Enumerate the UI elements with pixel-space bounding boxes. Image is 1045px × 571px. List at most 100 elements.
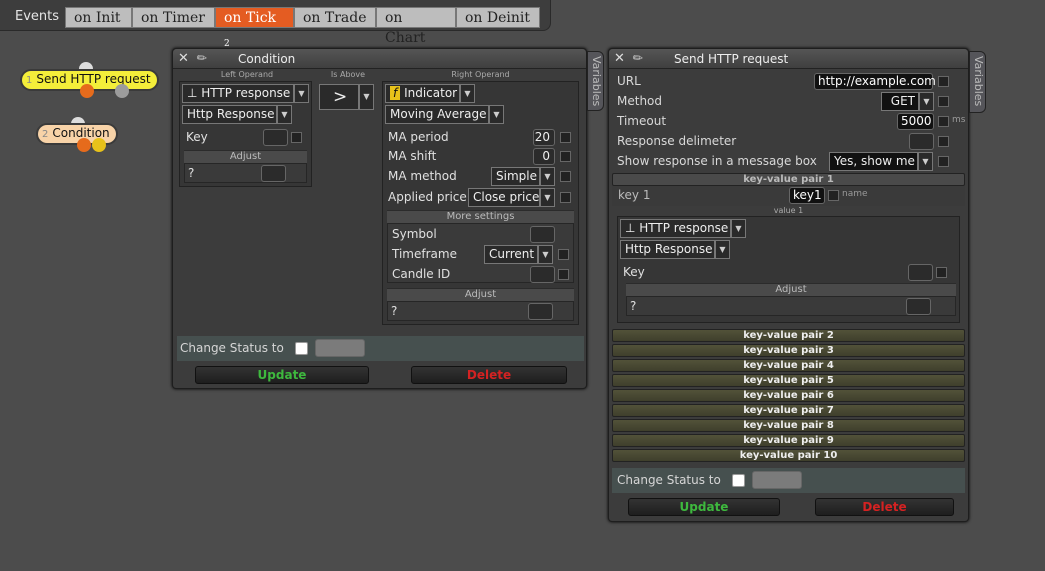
close-icon[interactable]: ✕: [178, 51, 189, 66]
left-adjust-row: ?: [184, 163, 307, 183]
ma-method-select[interactable]: Simple: [491, 167, 540, 186]
chevron-down-icon[interactable]: ▼: [715, 240, 730, 259]
node-2-yellow-connector[interactable]: [92, 138, 106, 152]
left-key-checkbox[interactable]: [291, 132, 302, 143]
left-operand-header: Left Operand: [220, 70, 274, 79]
symbol-input[interactable]: [530, 226, 555, 243]
tab-on-init[interactable]: on Init: [65, 7, 132, 28]
node-1-grey-connector[interactable]: [115, 84, 129, 98]
http-titlebar[interactable]: ✕ ✎ Send HTTP request: [609, 49, 968, 69]
applied-price-select[interactable]: Close price: [468, 188, 540, 207]
condition-variables-tab[interactable]: Variables: [587, 51, 604, 111]
chevron-down-icon[interactable]: ▼: [538, 245, 553, 264]
chevron-down-icon[interactable]: ▼: [918, 152, 933, 171]
timeout-input[interactable]: 5000: [897, 113, 934, 130]
url-input[interactable]: http://example.com: [814, 73, 936, 90]
timeframe-select[interactable]: Current: [484, 245, 538, 264]
kv1-adjust-input[interactable]: [906, 298, 931, 315]
show-response-checkbox[interactable]: [938, 156, 949, 167]
left-subtype-select[interactable]: Http Response: [182, 105, 277, 124]
chevron-down-icon[interactable]: ▼: [731, 219, 746, 238]
chevron-down-icon[interactable]: ▼: [489, 105, 504, 124]
kv-pair-2-header[interactable]: key-value pair 2: [612, 329, 965, 342]
node-1-orange-connector[interactable]: [80, 84, 94, 98]
right-subtype-select[interactable]: Moving Average: [385, 105, 489, 124]
chevron-down-icon[interactable]: ▼: [277, 105, 292, 124]
tab-on-deinit[interactable]: on Deinit: [456, 7, 540, 28]
url-checkbox[interactable]: [938, 76, 949, 87]
kv1-key-input[interactable]: key1: [789, 187, 825, 204]
operator-select[interactable]: >: [319, 84, 359, 110]
node-2-orange-connector[interactable]: [77, 138, 91, 152]
kv-pair-10-header[interactable]: key-value pair 10: [612, 449, 965, 462]
kv1-key-field-checkbox[interactable]: [936, 267, 947, 278]
left-adjust-input[interactable]: [261, 165, 286, 182]
kv-pair-8-header[interactable]: key-value pair 8: [612, 419, 965, 432]
http-update-button[interactable]: Update: [628, 498, 780, 516]
tab-on-trade[interactable]: on Trade: [294, 7, 376, 28]
kv1-key-hint: name: [842, 189, 868, 199]
more-settings-header[interactable]: More settings: [387, 210, 574, 223]
kv-pair-7-header[interactable]: key-value pair 7: [612, 404, 965, 417]
right-operand-header: Right Operand: [451, 70, 510, 79]
events-bar: Events on Init on Timer on Tick 2 on Tra…: [0, 0, 551, 49]
kv1-value-header: value 1: [773, 206, 804, 215]
events-label: Events: [15, 9, 60, 24]
chevron-down-icon[interactable]: ▼: [540, 167, 555, 186]
http-title: Send HTTP request: [674, 52, 789, 66]
kv-pair-5-header[interactable]: key-value pair 5: [612, 374, 965, 387]
tab-on-chart[interactable]: on Chart: [376, 7, 456, 46]
kv-pair-9-header[interactable]: key-value pair 9: [612, 434, 965, 447]
delete-button[interactable]: Delete: [411, 366, 567, 384]
tab-on-tick[interactable]: on Tick 2: [215, 7, 294, 49]
delimiter-input[interactable]: [909, 133, 934, 150]
applied-price-checkbox[interactable]: [560, 192, 571, 203]
left-type-select[interactable]: ⊥ HTTP response: [182, 84, 294, 103]
ma-period-checkbox[interactable]: [560, 132, 571, 143]
kv1-key-field-input[interactable]: [908, 264, 933, 281]
right-adjust-value: ?: [391, 304, 398, 318]
chevron-down-icon[interactable]: ▼: [460, 84, 475, 103]
right-adjust-input[interactable]: [528, 303, 553, 320]
method-select[interactable]: GET: [881, 92, 919, 111]
candle-id-input[interactable]: [530, 266, 555, 283]
ma-shift-checkbox[interactable]: [560, 151, 571, 162]
update-button[interactable]: Update: [195, 366, 369, 384]
http-variables-tab[interactable]: Variables: [969, 51, 986, 113]
close-icon[interactable]: ✕: [614, 51, 625, 66]
timeout-checkbox[interactable]: [938, 116, 949, 127]
right-type-select[interactable]: f Indicator: [385, 84, 460, 103]
ma-method-checkbox[interactable]: [560, 171, 571, 182]
chevron-down-icon[interactable]: ▼: [294, 84, 309, 103]
condition-variables-label: Variables: [590, 56, 603, 107]
http-delete-button[interactable]: Delete: [815, 498, 954, 516]
pin-icon[interactable]: ✎: [194, 49, 211, 66]
pin-icon[interactable]: ✎: [630, 49, 647, 66]
kv-pair-6-header[interactable]: key-value pair 6: [612, 389, 965, 402]
kv-pair-4-header[interactable]: key-value pair 4: [612, 359, 965, 372]
chevron-down-icon[interactable]: ▼: [359, 84, 374, 110]
chevron-down-icon[interactable]: ▼: [540, 188, 555, 207]
http-change-status-input[interactable]: [752, 471, 802, 489]
change-status-checkbox[interactable]: [295, 342, 308, 355]
delimiter-checkbox[interactable]: [938, 136, 949, 147]
left-key-input[interactable]: [263, 129, 288, 146]
http-change-status-checkbox[interactable]: [732, 474, 745, 487]
kv1-key-checkbox[interactable]: [828, 190, 839, 201]
candle-id-checkbox[interactable]: [558, 269, 569, 280]
kv-pair-3-header[interactable]: key-value pair 3: [612, 344, 965, 357]
kv1-subtype-select[interactable]: Http Response: [620, 240, 715, 259]
method-checkbox[interactable]: [938, 96, 949, 107]
kv1-type-select[interactable]: ⊥ HTTP response: [620, 219, 731, 238]
condition-titlebar[interactable]: ✕ ✎ Condition: [173, 49, 586, 69]
timeout-label: Timeout: [617, 114, 667, 128]
change-status-input[interactable]: [315, 339, 365, 357]
timeframe-checkbox[interactable]: [558, 249, 569, 260]
kv-pair-1-header[interactable]: key-value pair 1: [612, 173, 965, 186]
show-response-select[interactable]: Yes, show me: [829, 152, 918, 171]
ma-period-input[interactable]: 20: [533, 129, 555, 146]
tab-on-timer[interactable]: on Timer: [132, 7, 215, 28]
ma-shift-input[interactable]: 0: [533, 148, 555, 165]
chevron-down-icon[interactable]: ▼: [919, 92, 934, 111]
node-1-number: 1: [26, 75, 33, 86]
